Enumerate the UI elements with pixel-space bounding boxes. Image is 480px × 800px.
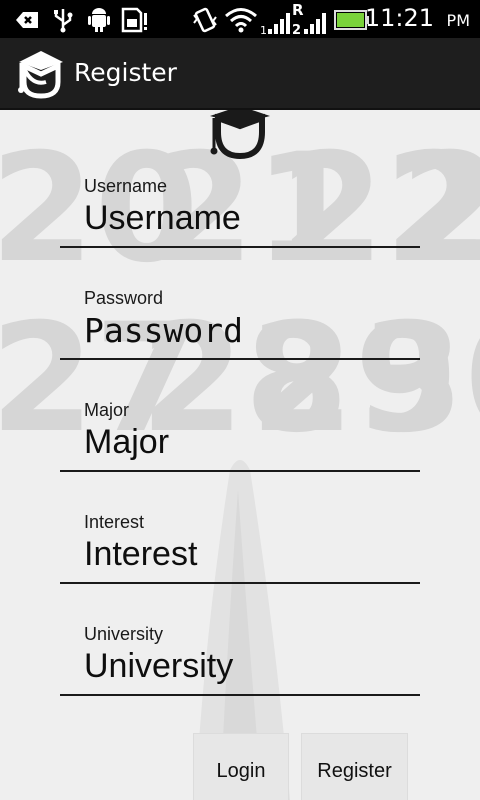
interest-input[interactable]: [60, 532, 420, 576]
sd-card-warning-icon: [121, 7, 147, 33]
username-label: Username: [84, 176, 168, 196]
status-bar: 1 R 2 11:21 PM: [0, 0, 480, 38]
screen-title: Register: [74, 58, 177, 87]
svg-text:1: 1: [260, 24, 267, 35]
university-underline: [60, 694, 420, 696]
header-logo-icon: [210, 110, 270, 160]
interest-label: Interest: [84, 512, 145, 532]
register-button[interactable]: Register: [301, 733, 408, 800]
wifi-icon: [225, 8, 257, 33]
signal-icon: 1: [260, 13, 290, 35]
usb-icon: [54, 9, 73, 33]
major-input[interactable]: [60, 420, 420, 464]
clock-time: 11:21: [364, 4, 434, 32]
graduation-cap-icon[interactable]: [16, 48, 66, 100]
university-label: University: [84, 624, 164, 644]
roaming-signal-icon: 2: [292, 13, 326, 35]
svg-text:2: 2: [292, 23, 301, 35]
android-debug-icon: [88, 8, 110, 32]
password-input[interactable]: [60, 308, 420, 352]
login-button[interactable]: Login: [193, 733, 289, 800]
username-input[interactable]: [60, 196, 420, 240]
register-form-area: 20 21 22 23 27 28 29 30 Username Passwor…: [0, 110, 480, 800]
back-arrow-icon: [16, 12, 38, 28]
major-underline: [60, 470, 420, 472]
username-underline: [60, 246, 420, 248]
clock-ampm: PM: [446, 11, 470, 30]
password-label: Password: [84, 288, 164, 308]
password-underline: [60, 358, 420, 360]
vibrate-icon: [193, 7, 217, 33]
major-label: Major: [84, 400, 130, 420]
interest-underline: [60, 582, 420, 584]
action-bar: Register: [0, 38, 480, 110]
university-input[interactable]: [60, 644, 420, 688]
